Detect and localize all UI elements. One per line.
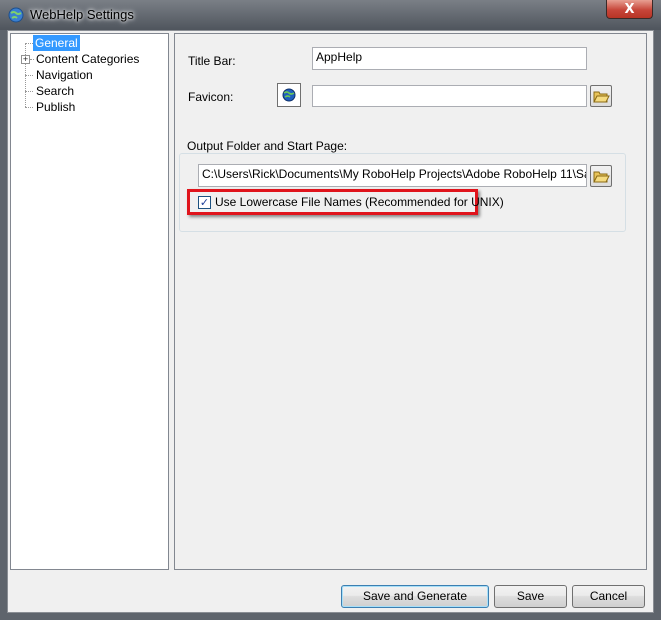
lowercase-label: Use Lowercase File Names (Recommended fo… [215,195,504,209]
tree-connector [25,107,33,108]
cancel-button[interactable]: Cancel [572,585,645,608]
settings-tree[interactable]: General + Content Categories Navigation … [10,33,169,570]
favicon-input[interactable] [312,85,587,107]
favicon-label: Favicon: [188,90,234,104]
expand-plus-icon[interactable]: + [21,55,30,64]
title-bar[interactable]: WebHelp Settings X [0,0,661,30]
general-settings-panel: Title Bar: AppHelp Favicon: Output Folde… [174,33,647,570]
tree-item-general[interactable]: General [11,35,168,51]
output-browse-button[interactable] [590,165,612,187]
save-and-generate-button[interactable]: Save and Generate [341,585,489,608]
tree-item-content-categories[interactable]: + Content Categories [11,51,168,67]
close-button[interactable]: X [606,0,653,19]
tree-connector [25,75,33,76]
folder-open-icon [593,91,610,103]
tree-item-label: Content Categories [36,52,140,66]
close-icon: X [624,1,635,17]
output-group-title: Output Folder and Start Page: [185,139,350,153]
tree-connector [25,91,33,92]
tree-item-label: Search [36,84,75,98]
folder-open-icon [593,171,610,183]
favicon-browse-button[interactable] [590,85,612,107]
title-bar-input[interactable]: AppHelp [312,47,587,70]
webhelp-globe-icon [8,7,24,23]
favicon-preview [277,83,301,107]
title-bar-label: Title Bar: [188,54,236,68]
tree-item-navigation[interactable]: Navigation [11,67,168,83]
window-title: WebHelp Settings [30,7,134,22]
tree-item-label: Publish [36,100,76,114]
tree-connector [30,59,34,60]
tree-item-label: General [33,35,80,51]
favicon-globe-icon [282,88,296,102]
tree-item-search[interactable]: Search [11,83,168,99]
tree-item-label: Navigation [36,68,93,82]
output-path-input[interactable]: C:\Users\Rick\Documents\My RoboHelp Proj… [198,164,587,187]
save-button[interactable]: Save [494,585,567,608]
lowercase-checkbox[interactable]: ✓ [198,196,211,209]
tree-connector [25,43,33,44]
tree-item-publish[interactable]: Publish [11,99,168,115]
